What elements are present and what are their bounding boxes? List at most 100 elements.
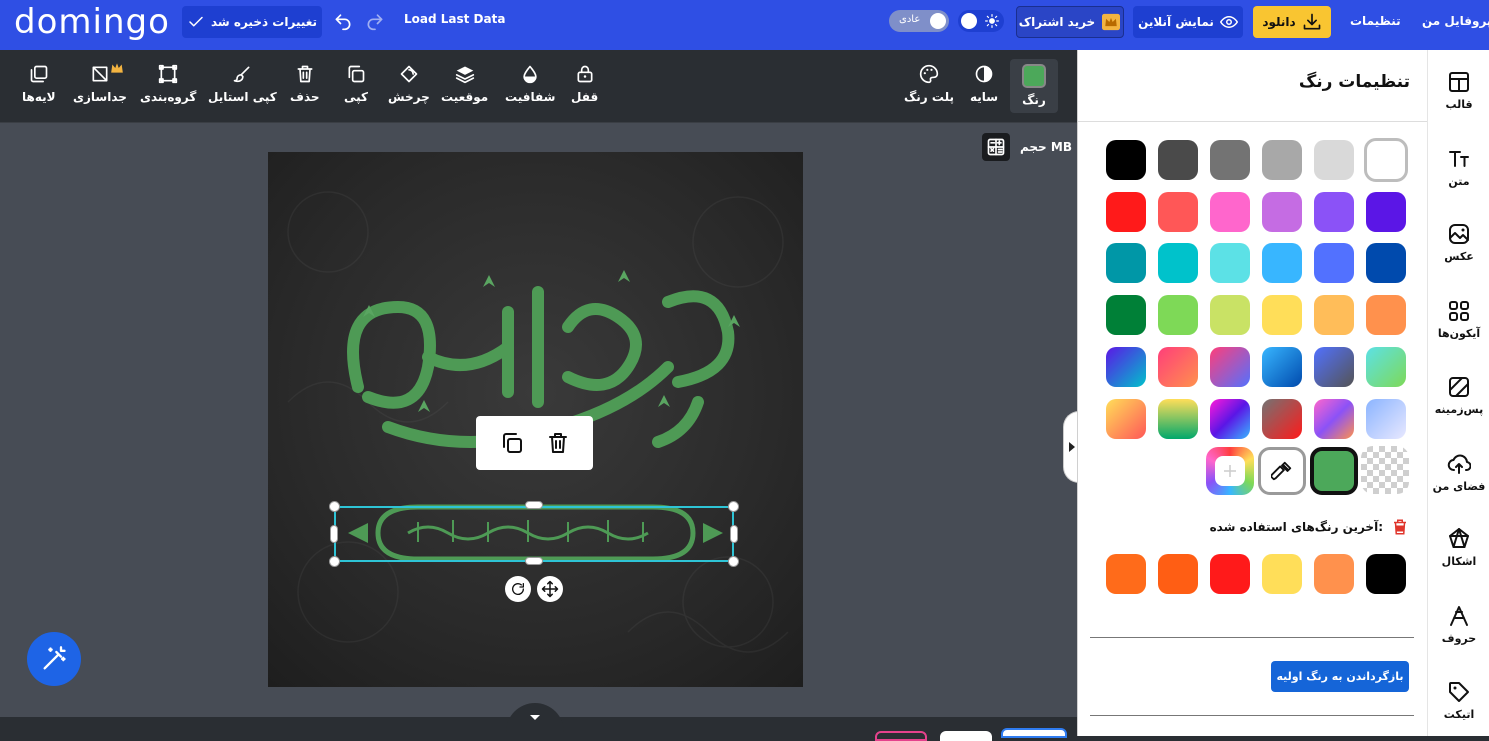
recent-color-swatch[interactable] [1314,554,1354,594]
recent-color-swatch[interactable] [1210,554,1250,594]
rotate-tool[interactable]: چرخش [388,64,430,104]
color-swatch[interactable] [1106,243,1146,283]
gradient-swatch[interactable] [1262,399,1302,439]
theme-toggle[interactable] [958,10,1004,32]
load-last-data-link[interactable]: Load Last Data [404,12,505,26]
nav-background[interactable]: پس‌زمینه [1428,375,1489,416]
page-thumb[interactable] [875,731,927,741]
color-swatch[interactable] [1158,295,1198,335]
color-swatch[interactable] [1262,243,1302,283]
nav-text[interactable]: متن [1428,147,1489,188]
color-swatch[interactable] [1366,192,1406,232]
resize-handle[interactable] [330,525,338,543]
redo-icon[interactable] [365,11,385,31]
color-swatch[interactable] [1210,243,1250,283]
position-tool[interactable]: موقعیت [441,64,488,104]
color-swatch[interactable] [1106,140,1146,180]
layers-tool[interactable]: لایه‌ها [22,64,56,104]
color-tool[interactable]: رنگ [1010,59,1058,113]
recent-color-swatch[interactable] [1366,554,1406,594]
calculator-icon[interactable] [982,133,1010,161]
group-tool[interactable]: گروه‌بندی [140,64,196,104]
resize-handle[interactable] [728,556,739,567]
resize-handle[interactable] [730,525,738,543]
resize-handle[interactable] [525,501,543,509]
letter-a-icon [1450,606,1468,626]
gradient-swatch[interactable] [1314,347,1354,387]
copy-style-tool[interactable]: کپی استایل [208,64,277,104]
color-swatch[interactable] [1210,295,1250,335]
gradient-swatch[interactable] [1210,399,1250,439]
subscribe-button[interactable]: خرید اشتراک [1016,6,1124,38]
gradient-swatch[interactable] [1314,399,1354,439]
color-swatch[interactable] [1210,192,1250,232]
recent-color-swatch[interactable] [1158,554,1198,594]
nav-shapes[interactable]: اشکال [1428,527,1489,568]
gradient-swatch[interactable] [1158,399,1198,439]
settings-link[interactable]: تنظیمات [1350,14,1401,28]
delete-tool[interactable]: حذف [290,64,320,104]
download-button[interactable]: دانلود [1253,6,1331,38]
gradient-swatch[interactable] [1262,347,1302,387]
add-color-button[interactable] [1206,447,1254,495]
clear-recent-icon[interactable] [1391,518,1409,536]
transparent-swatch[interactable] [1361,446,1409,494]
lock-tool[interactable]: قفل [571,64,598,104]
magic-tool-button[interactable] [27,632,81,686]
selection-box[interactable] [334,506,734,562]
gradient-swatch[interactable] [1158,347,1198,387]
nav-sticker[interactable]: اتیکت [1428,680,1489,721]
selected-color-swatch[interactable] [1310,447,1358,495]
move-handle[interactable] [537,576,563,602]
gradient-swatch[interactable] [1366,399,1406,439]
resize-handle[interactable] [329,556,340,567]
nav-photo[interactable]: عکس [1428,222,1489,263]
undo-icon[interactable] [333,11,353,31]
gradient-swatch[interactable] [1106,347,1146,387]
color-swatch[interactable] [1158,243,1198,283]
rotate-handle[interactable] [505,576,531,602]
preview-button[interactable]: نمایش آنلاین [1133,6,1243,38]
color-swatch[interactable] [1314,243,1354,283]
eyedropper-button[interactable] [1258,447,1306,495]
page-thumb-active[interactable] [1001,728,1067,738]
gradient-swatch[interactable] [1106,399,1146,439]
resize-handle[interactable] [329,501,340,512]
shadow-tool[interactable]: سایه [970,64,998,104]
color-swatch[interactable] [1210,140,1250,180]
nav-icons[interactable]: آیکون‌ها [1428,299,1489,340]
palette-tool[interactable]: پلت رنگ [904,64,954,104]
nav-template[interactable]: قالب [1428,70,1489,111]
color-swatch[interactable] [1366,243,1406,283]
mode-toggle[interactable]: عادی [889,10,949,32]
color-swatch[interactable] [1158,140,1198,180]
page-thumb[interactable] [940,731,992,741]
reset-color-button[interactable]: بازگرداندن به رنگ اولیه [1271,661,1409,692]
color-swatch[interactable] [1314,140,1354,180]
gradient-swatch[interactable] [1210,347,1250,387]
color-swatch[interactable] [1314,192,1354,232]
nav-letters[interactable]: حروف [1428,604,1489,645]
resize-handle[interactable] [728,501,739,512]
trash-icon[interactable] [546,431,570,455]
nav-my-space[interactable]: فضای من [1428,452,1489,493]
color-swatch[interactable] [1158,192,1198,232]
profile-link[interactable]: پروفایل من [1422,14,1489,28]
recent-color-swatch[interactable] [1106,554,1146,594]
color-swatch[interactable] [1366,295,1406,335]
duplicate-icon[interactable] [500,431,524,455]
resize-handle[interactable] [525,557,543,565]
opacity-tool[interactable]: شفافیت [505,64,555,104]
color-swatch[interactable] [1106,192,1146,232]
copy-tool[interactable]: کپی [344,64,368,104]
color-swatch[interactable] [1262,192,1302,232]
gradient-swatch[interactable] [1366,347,1406,387]
color-swatch[interactable] [1262,140,1302,180]
color-swatch[interactable] [1262,295,1302,335]
color-swatch[interactable] [1314,295,1354,335]
logo[interactable]: domingo [14,2,170,42]
color-swatch[interactable] [1364,138,1408,182]
recent-color-swatch[interactable] [1262,554,1302,594]
color-swatch[interactable] [1106,295,1146,335]
save-status-button[interactable]: تغییرات ذخیره شد [182,6,322,38]
